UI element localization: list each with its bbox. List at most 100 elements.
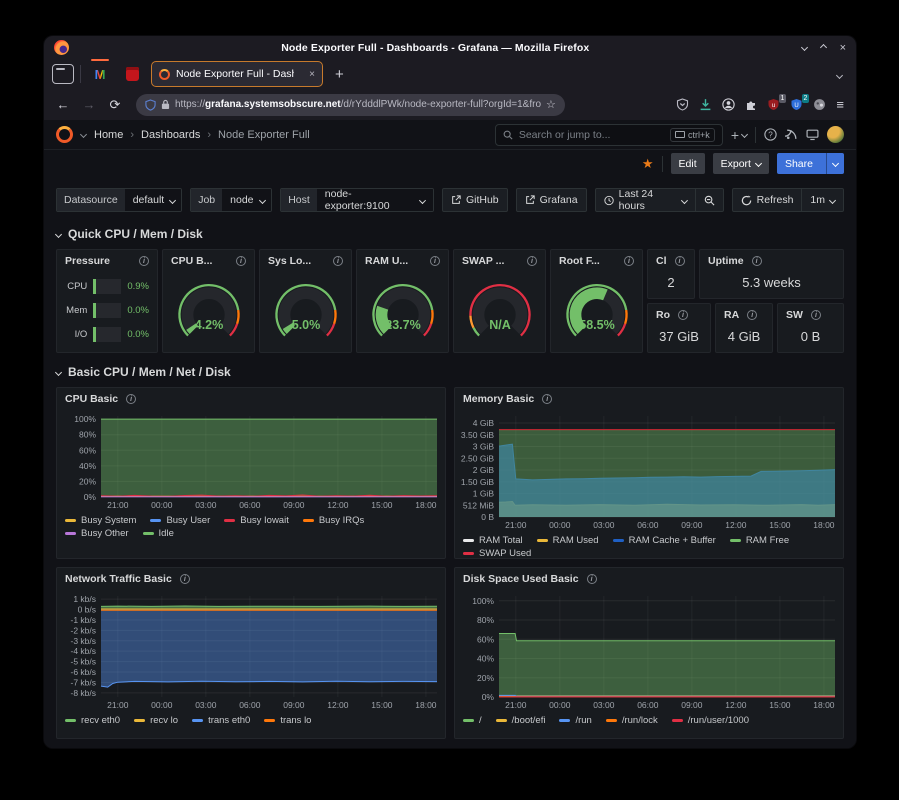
panel-network-traffic-basic[interactable]: Network Traffic Basici 1 kb/s0 b/s-1 kb/… [56,567,446,739]
account-icon[interactable] [722,98,735,111]
panel-disk-space-used-basic[interactable]: Disk Space Used Basici 0%20%40%60%80%100… [454,567,844,739]
kiosk-monitor-icon[interactable] [806,128,819,141]
panel-memory-basic[interactable]: Memory Basici 4 GiB3.50 GiB3 GiB2.50 GiB… [454,387,844,559]
legend-item[interactable]: trans eth0 [192,715,250,726]
legend-item[interactable]: Idle [143,528,174,539]
panel-cpu-basic[interactable]: CPU Basici 0%20%40%60%80%100%21:0000:000… [56,387,446,559]
add-button[interactable]: + [731,127,747,143]
new-tab-button[interactable]: + [329,66,350,83]
panel-pressure[interactable]: Pressurei CPU0.9% Mem0.0% I/O0.0% [56,249,158,353]
panel-uptime[interactable]: Uptimei 5.3 weeks [699,249,844,299]
favorite-star-icon[interactable]: ★ [642,156,654,172]
legend-item[interactable]: RAM Used [537,535,599,546]
legend-item[interactable]: recv lo [134,715,178,726]
datasource-variable[interactable]: Datasource default [56,188,182,212]
zoom-out-button[interactable] [696,188,724,212]
gray-extension-icon[interactable] [813,98,826,111]
help-icon[interactable]: ? [764,128,777,141]
back-button[interactable]: ← [52,97,74,112]
search-input[interactable]: Search or jump to... ctrl+k [495,124,723,146]
legend-item[interactable]: SWAP Used [463,548,531,559]
network-traffic-chart[interactable]: 1 kb/s0 b/s-1 kb/s-2 kb/s-3 kb/s-4 kb/s-… [57,590,445,712]
user-avatar[interactable] [827,126,844,143]
legend-item[interactable]: /run/user/1000 [672,715,749,726]
minimize-button[interactable] [801,44,808,51]
tab-close-icon[interactable]: × [309,69,315,80]
news-rss-icon[interactable] [785,128,798,141]
close-button[interactable]: × [840,42,846,54]
tracking-protection-shield-icon[interactable] [145,99,156,111]
legend-item[interactable]: Busy IRQs [303,515,364,526]
forward-button[interactable]: → [78,97,100,112]
breadcrumb-home[interactable]: Home [94,129,123,141]
legend-item[interactable]: /boot/efi [496,715,546,726]
legend-item[interactable]: trans lo [264,715,311,726]
panel-sys-load[interactable]: Sys Lo...i 5.0% [259,249,352,353]
info-icon[interactable]: i [747,310,757,320]
org-switcher-chevron-icon[interactable] [80,131,87,138]
legend-item[interactable]: Busy System [65,515,136,526]
maximize-button[interactable] [820,44,827,51]
pocket-icon[interactable] [676,98,689,111]
section-basic-cpu-mem-net-disk[interactable]: Basic CPU / Mem / Net / Disk [56,361,844,383]
share-button[interactable]: Share [777,153,844,174]
panel-cpu-cores[interactable]: Cli 2 [647,249,695,299]
panel-swap-total[interactable]: SWi 0 B [777,303,844,353]
share-dropdown-chevron-icon[interactable] [826,153,844,174]
disk-space-chart[interactable]: 0%20%40%60%80%100%21:0000:0003:0006:0009… [455,590,843,712]
legend-item[interactable]: Busy User [150,515,210,526]
info-icon[interactable]: i [675,256,685,266]
hamburger-menu-icon[interactable]: ≡ [836,97,844,112]
host-variable[interactable]: Host node-exporter:9100 [280,188,434,212]
panel-ram-used[interactable]: RAM U...i 23.7% [356,249,449,353]
blue-shield-extension-icon[interactable]: U 2 [790,98,803,111]
legend-item[interactable]: RAM Total [463,535,523,546]
info-icon[interactable]: i [333,256,343,266]
legend-item[interactable]: /run [559,715,591,726]
info-icon[interactable]: i [678,310,688,320]
github-link-button[interactable]: GitHub [442,188,508,212]
info-icon[interactable]: i [587,574,597,584]
export-button[interactable]: Export [713,153,769,174]
extensions-puzzle-icon[interactable] [745,99,757,111]
breadcrumb-dashboards[interactable]: Dashboards [141,129,200,141]
firefox-view-icon[interactable] [52,64,74,84]
info-icon[interactable]: i [811,310,821,320]
info-icon[interactable]: i [527,256,537,266]
info-icon[interactable]: i [126,394,136,404]
legend-item[interactable]: Busy Iowait [224,515,289,526]
info-icon[interactable]: i [236,256,246,266]
grafana-link-button[interactable]: Grafana [516,188,587,212]
cpu-basic-chart[interactable]: 0%20%40%60%80%100%21:0000:0003:0006:0009… [57,410,445,512]
panel-swap-used[interactable]: SWAP ...i N/A [453,249,546,353]
info-icon[interactable]: i [542,394,552,404]
legend-item[interactable]: /run/lock [606,715,658,726]
time-range-picker[interactable]: Last 24 hours [595,188,696,212]
info-icon[interactable]: i [139,256,149,266]
download-icon[interactable] [699,98,712,111]
info-icon[interactable]: i [430,256,440,266]
legend-item[interactable]: RAM Free [730,535,789,546]
memory-basic-chart[interactable]: 4 GiB3.50 GiB3 GiB2.50 GiB2 GiB1.50 GiB1… [455,410,843,532]
info-icon[interactable]: i [624,256,634,266]
info-icon[interactable]: i [752,256,762,266]
info-icon[interactable]: i [180,574,190,584]
pinned-tab-gmail[interactable]: M [87,62,113,86]
section-quick-cpu-mem-disk[interactable]: Quick CPU / Mem / Disk [56,223,844,245]
legend-item[interactable]: RAM Cache + Buffer [613,535,716,546]
reload-button[interactable]: ⟳ [104,97,126,113]
ublock-extension-icon[interactable]: u 1 [767,98,780,111]
panel-ram-total[interactable]: RAi 4 GiB [715,303,773,353]
pinned-tab-extension[interactable] [119,62,145,86]
job-variable[interactable]: Job node [190,188,272,212]
edit-button[interactable]: Edit [671,153,705,174]
legend-item[interactable]: recv eth0 [65,715,120,726]
panel-rootfs-total[interactable]: Roi 37 GiB [647,303,711,353]
url-bar[interactable]: https://grafana.systemsobscure.net/d/rYd… [136,94,565,116]
list-tabs-icon[interactable] [837,65,848,83]
legend-item[interactable]: Busy Other [65,528,129,539]
refresh-interval-select[interactable]: 1m [802,188,844,212]
bookmark-star-icon[interactable]: ☆ [546,98,556,111]
legend-item[interactable]: / [463,715,482,726]
panel-root-fs[interactable]: Root F...i 58.5% [550,249,643,353]
